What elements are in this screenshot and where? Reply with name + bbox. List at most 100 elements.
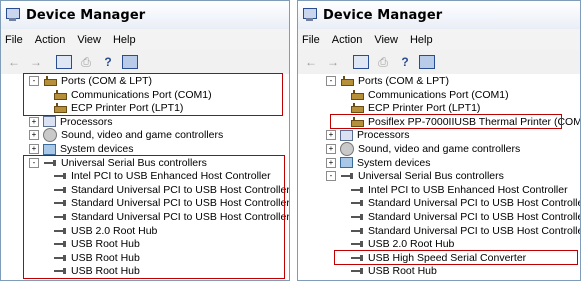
- usb-device-icon: [350, 197, 364, 209]
- back-icon[interactable]: ←: [302, 53, 320, 71]
- forward-icon[interactable]: →: [27, 53, 45, 71]
- port-device-icon: [350, 89, 364, 101]
- processor-icon: [43, 116, 56, 128]
- menu-action[interactable]: Action: [35, 34, 66, 46]
- title-bar[interactable]: Device Manager: [298, 1, 580, 29]
- collapse-icon[interactable]: -: [326, 171, 336, 182]
- title-bar[interactable]: Device Manager: [1, 1, 289, 29]
- properties-icon[interactable]: [55, 53, 73, 71]
- tree-leaf-usb[interactable]: Intel PCI to USB Enhanced Host Controlle…: [350, 183, 568, 197]
- help-icon[interactable]: ?: [396, 53, 414, 71]
- usb-device-icon: [53, 252, 67, 264]
- collapse-icon[interactable]: -: [29, 157, 39, 168]
- system-devices-icon: [43, 143, 56, 155]
- usb-device-icon: [350, 225, 364, 237]
- tree-node-usb[interactable]: - Universal Serial Bus controllers: [326, 169, 504, 183]
- expand-icon[interactable]: +: [326, 157, 336, 168]
- tree-item-label: Standard Universal PCI to USB Host Contr…: [368, 211, 581, 223]
- ports-icon: [43, 75, 57, 87]
- tree-node-ports[interactable]: - Ports (COM & LPT): [29, 74, 152, 88]
- tree-node-sound[interactable]: + Sound, video and game controllers: [326, 142, 520, 156]
- usb-device-icon: [350, 252, 364, 264]
- tree-leaf-usb[interactable]: Standard Universal PCI to USB Host Contr…: [350, 224, 580, 238]
- collapse-icon[interactable]: -: [29, 76, 39, 86]
- tree-leaf-usb[interactable]: Intel PCI to USB Enhanced Host Controlle…: [53, 169, 271, 183]
- device-manager-icon: [302, 7, 318, 23]
- expand-icon[interactable]: +: [326, 144, 336, 154]
- tree-item-label: Communications Port (COM1): [368, 88, 509, 101]
- tree-leaf-usb[interactable]: Standard Universal PCI to USB Host Contr…: [350, 210, 581, 224]
- usb-device-icon: [53, 238, 67, 250]
- tree-item-label: USB 2.0 Root Hub: [368, 238, 455, 251]
- port-device-icon: [53, 89, 67, 101]
- print-icon[interactable]: ⎙: [374, 53, 392, 71]
- menu-bar: File Action View Help: [1, 29, 289, 50]
- tree-node-ports[interactable]: - Ports (COM & LPT): [326, 74, 449, 88]
- tree-leaf-usb[interactable]: USB Root Hub: [53, 251, 140, 265]
- tree-node-system[interactable]: + System devices: [29, 142, 134, 156]
- menu-file[interactable]: File: [5, 34, 23, 46]
- usb-device-icon: [53, 265, 67, 277]
- tree-leaf-port[interactable]: ECP Printer Port (LPT1): [53, 101, 183, 115]
- expand-icon[interactable]: +: [29, 130, 39, 141]
- tree-item-label: Sound, video and game controllers: [61, 129, 224, 142]
- tree-leaf-usb[interactable]: USB Root Hub: [350, 264, 437, 278]
- menu-action[interactable]: Action: [332, 34, 363, 46]
- tree-item-label: Standard Universal PCI to USB Host Contr…: [71, 211, 290, 223]
- menu-file[interactable]: File: [302, 34, 320, 46]
- tree-item-label: Ports (COM & LPT): [61, 75, 153, 87]
- window-title: Device Manager: [26, 7, 146, 23]
- tree-item-label: Processors: [60, 115, 113, 128]
- scan-hardware-icon[interactable]: [418, 53, 436, 71]
- tree-node-sound[interactable]: + Sound, video and game controllers: [29, 128, 224, 143]
- tree-item-label: USB Root Hub: [368, 265, 437, 278]
- tree-item-label: System devices: [60, 143, 134, 155]
- help-icon[interactable]: ?: [99, 53, 117, 71]
- usb-device-icon: [350, 211, 364, 223]
- tree-leaf-usb[interactable]: USB High Speed Serial Converter: [350, 251, 526, 265]
- menu-view[interactable]: View: [374, 34, 398, 46]
- toolbar: ← → ⎙ ?: [298, 50, 580, 75]
- window-title: Device Manager: [323, 7, 443, 23]
- tree-item-label: Ports (COM & LPT): [358, 75, 450, 87]
- usb-device-icon: [350, 184, 364, 196]
- properties-icon[interactable]: [352, 53, 370, 71]
- tree-item-label: System devices: [357, 156, 431, 169]
- tree-node-usb[interactable]: - Universal Serial Bus controllers: [29, 156, 207, 170]
- tree-leaf-usb[interactable]: Standard Universal PCI to USB Host Contr…: [53, 196, 290, 210]
- device-manager-icon: [5, 7, 21, 23]
- tree-leaf-usb[interactable]: Standard Universal PCI to USB Host Contr…: [350, 196, 580, 210]
- menu-view[interactable]: View: [77, 34, 101, 46]
- expand-icon[interactable]: +: [29, 116, 39, 127]
- tree-leaf-port[interactable]: ECP Printer Port (LPT1): [350, 101, 480, 115]
- tree-item-label: Communications Port (COM1): [71, 88, 212, 101]
- tree-node-processors[interactable]: + Processors: [29, 115, 113, 129]
- tree-leaf-port[interactable]: Communications Port (COM1): [53, 88, 212, 102]
- tree-item-label: USB 2.0 Root Hub: [71, 224, 158, 237]
- tree-leaf-port[interactable]: Communications Port (COM1): [350, 88, 509, 102]
- expand-icon[interactable]: +: [29, 144, 39, 154]
- usb-device-icon: [53, 211, 67, 223]
- back-icon[interactable]: ←: [5, 53, 23, 71]
- tree-leaf-usb[interactable]: USB Root Hub: [53, 237, 140, 251]
- tree-leaf-usb[interactable]: Standard Universal PCI to USB Host Contr…: [53, 210, 290, 224]
- usb-controller-icon: [43, 157, 57, 169]
- collapse-icon[interactable]: -: [326, 76, 336, 86]
- usb-device-icon: [53, 225, 67, 237]
- tree-leaf-usb[interactable]: USB 2.0 Root Hub: [350, 237, 454, 251]
- menu-help[interactable]: Help: [410, 34, 433, 46]
- tree-node-system[interactable]: + System devices: [326, 156, 431, 170]
- expand-icon[interactable]: +: [326, 130, 336, 141]
- usb-device-icon: [350, 265, 364, 277]
- print-icon[interactable]: ⎙: [77, 53, 95, 71]
- menu-help[interactable]: Help: [113, 34, 136, 46]
- tree-node-processors[interactable]: + Processors: [326, 128, 410, 142]
- tree-leaf-port[interactable]: Posiflex PP-7000IIUSB Thermal Printer (C…: [350, 115, 580, 129]
- tree-item-label: Standard Universal PCI to USB Host Contr…: [71, 197, 290, 210]
- tree-item-label: USB Root Hub: [71, 238, 140, 251]
- tree-leaf-usb[interactable]: USB 2.0 Root Hub: [53, 224, 157, 238]
- forward-icon[interactable]: →: [324, 53, 342, 71]
- tree-leaf-usb[interactable]: Standard Universal PCI to USB Host Contr…: [53, 183, 289, 197]
- scan-hardware-icon[interactable]: [121, 53, 139, 71]
- tree-leaf-usb[interactable]: USB Root Hub: [53, 264, 140, 278]
